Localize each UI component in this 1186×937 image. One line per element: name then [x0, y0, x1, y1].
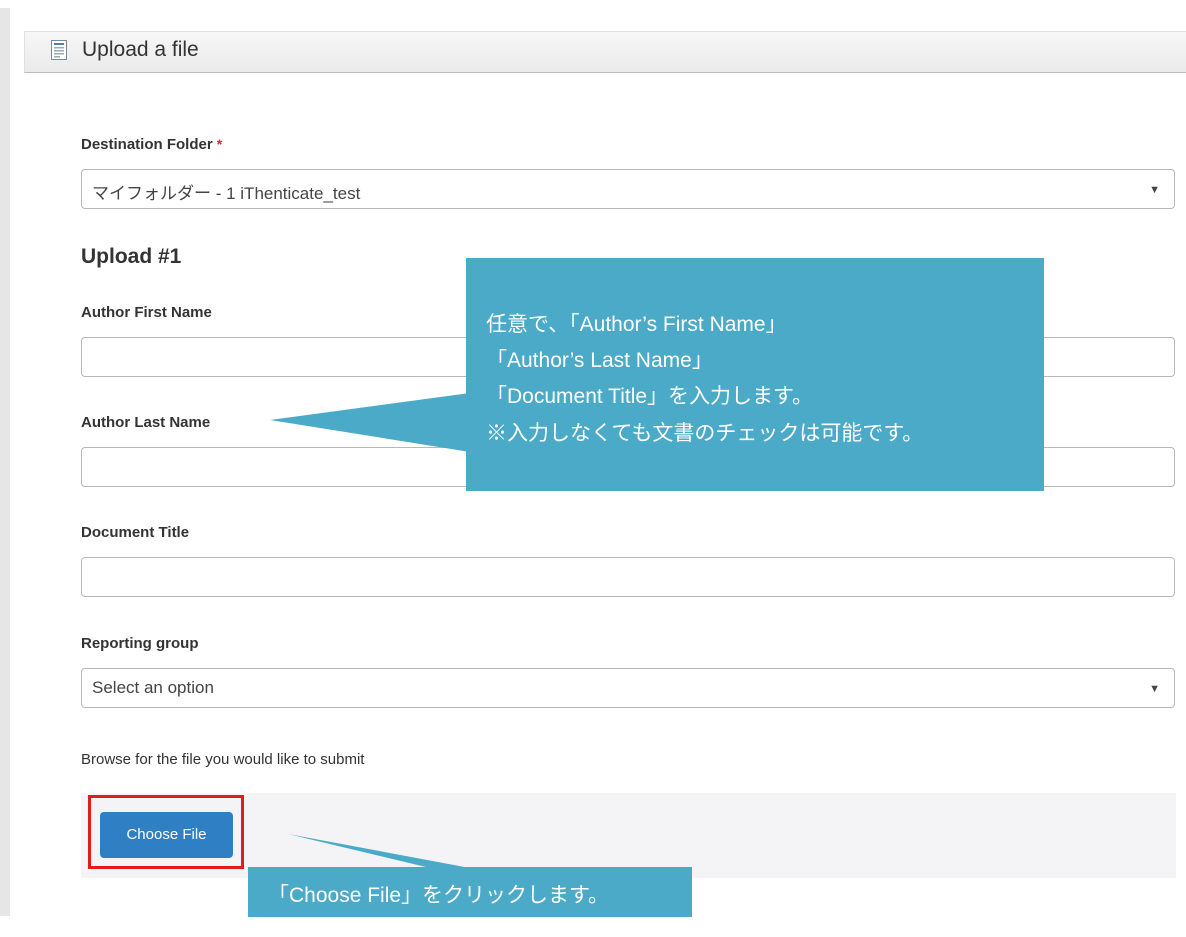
callout-line-3: 「Document Title」を入力します。: [486, 385, 813, 408]
callout-line-4: ※入力しなくても文書のチェックは可能です。: [486, 422, 924, 445]
upload-heading: Upload #1: [81, 245, 182, 268]
browse-instruction: Browse for the file you would like to su…: [81, 751, 365, 768]
callout-line-2: 「Author’s Last Name」: [486, 349, 713, 372]
file-drop-area: [81, 793, 1176, 878]
destination-folder-label: Destination Folder *: [81, 136, 222, 153]
chevron-down-icon: ▼: [1149, 184, 1160, 196]
destination-folder-value: マイフォルダー - 1 iThenticate_test: [92, 184, 361, 203]
left-rail: [0, 8, 10, 916]
callout-choose-text: 「Choose File」をクリックします。: [268, 884, 609, 907]
document-title-label: Document Title: [81, 524, 190, 541]
page-title: Upload a file: [82, 38, 199, 61]
highlight-box: [88, 795, 244, 869]
document-title-input[interactable]: [81, 557, 1175, 597]
document-icon: [51, 40, 67, 60]
author-first-name-label: Author First Name: [81, 304, 212, 321]
destination-folder-select[interactable]: マイフォルダー - 1 iThenticate_test ▼: [81, 169, 1175, 209]
chevron-down-icon: ▼: [1149, 683, 1160, 695]
reporting-group-value: Select an option: [92, 678, 214, 697]
callout-line-1: 任意で、「Author’s First Name」: [486, 313, 787, 336]
destination-folder-label-text: Destination Folder: [81, 136, 213, 153]
reporting-group-label: Reporting group: [81, 635, 199, 652]
callout-choose-note: 「Choose File」をクリックします。: [248, 867, 692, 917]
author-last-name-label: Author Last Name: [81, 414, 211, 431]
panel-header: Upload a file: [24, 31, 1186, 73]
required-mark: *: [216, 136, 223, 152]
callout-fields-note: 任意で、「Author’s First Name」 「Author’s Last…: [466, 258, 1044, 491]
reporting-group-select[interactable]: Select an option ▼: [81, 668, 1175, 708]
